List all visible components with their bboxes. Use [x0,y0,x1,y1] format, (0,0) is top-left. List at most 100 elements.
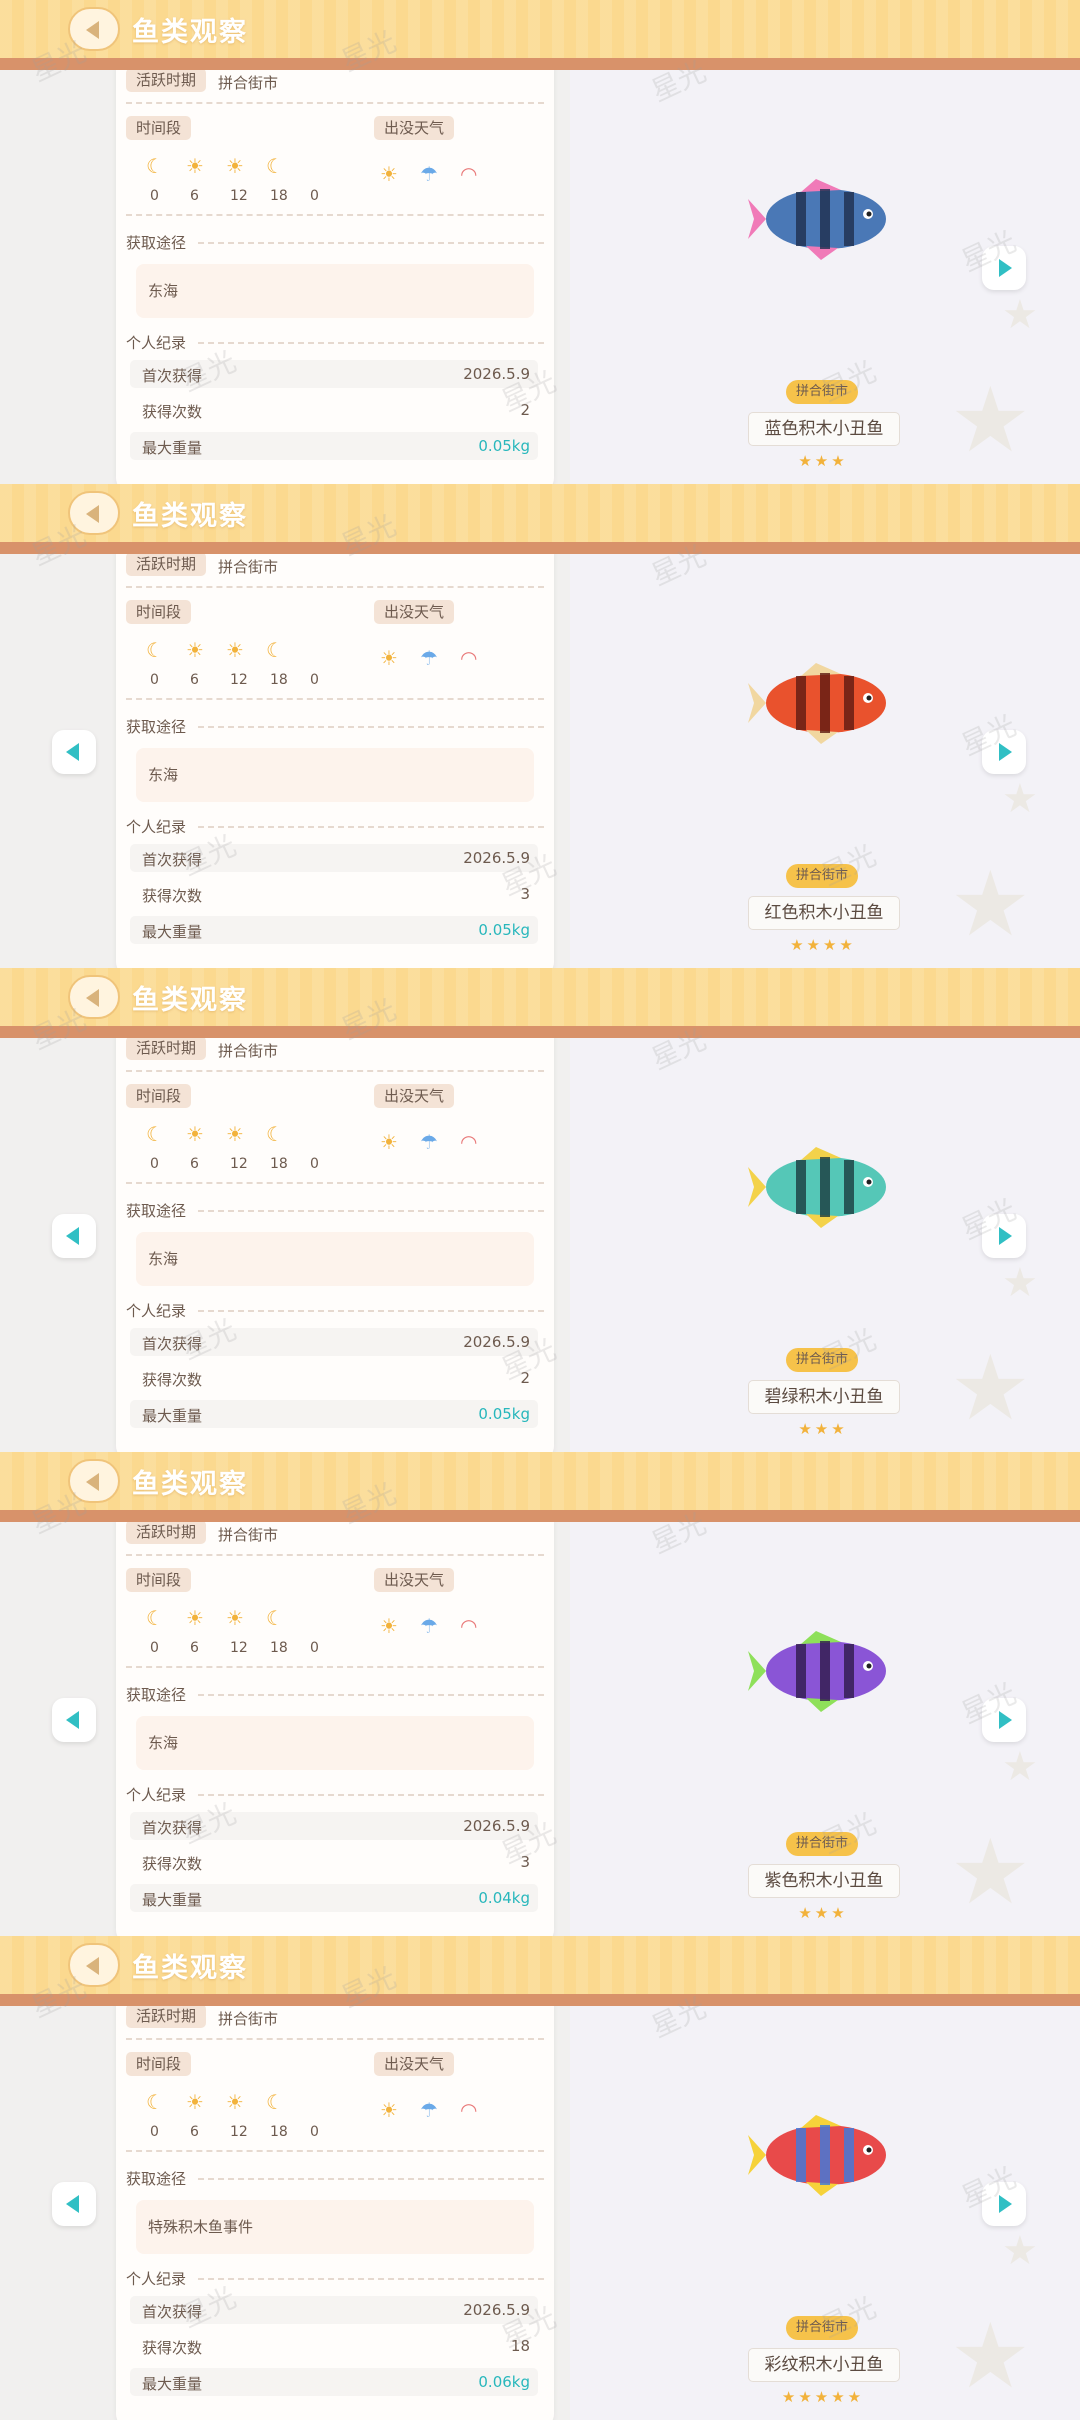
weather-label: 出没天气 [374,116,455,140]
location-badge: 拼合街市 [786,2316,859,2340]
divider [198,1794,544,1796]
rarity-stars: ★★★★★ [781,2388,865,2406]
previous-fish-button[interactable] [52,1698,96,1742]
time-tick-label: 18 [270,672,288,688]
rain-cloud-icon: ☂ [420,1614,438,1638]
source-box: 特殊积木鱼事件 [136,2200,534,2254]
next-fish-button[interactable] [982,246,1026,290]
time-tick-label: 12 [230,2124,248,2140]
record-value: 0.05kg [478,921,530,939]
record-label: 首次获得 [142,367,203,385]
moon-icon: ☾ [266,154,284,178]
back-arrow-icon[interactable] [68,491,120,535]
record-label: 获得次数 [142,887,203,905]
active-period-value: 拼合街市 [218,74,279,92]
previous-fish-button[interactable] [52,730,96,774]
record-value: 2 [520,401,530,419]
fish-detail-panel: ★ ★ 拼合街市 彩纹积木小丑鱼 ★★★★★ 活跃时期 拼合街市 时间段 出没天气 ☾ ☀ ☀ ☾ 0 6 1… [0,1936,1080,2420]
record-label: 最大重量 [142,2375,203,2393]
moon-icon: ☾ [146,1606,164,1630]
header-stripe [0,1026,1080,1038]
back-arrow-icon[interactable] [68,7,120,51]
moon-icon: ☾ [146,1122,164,1146]
sun-icon: ☀ [380,162,398,186]
back-arrow-icon[interactable] [68,1459,120,1503]
page-title: 鱼类观察 [132,985,248,1016]
record-row: 最大重量 0.05kg [130,432,538,460]
next-fish-button[interactable] [982,1698,1026,1742]
record-row: 获得次数 18 [130,2332,538,2360]
divider [198,826,544,828]
record-value: 0.05kg [478,1405,530,1423]
rarity-stars: ★★★ [798,1420,848,1438]
rainbow-icon: ◠ [460,162,478,186]
fish-detail-panel: ★ ★ 拼合街市 紫色积木小丑鱼 ★★★ 活跃时期 拼合街市 时间段 出没天气 ☾ ☀ ☀ ☾ 0 6 12 1… [0,1452,1080,1936]
weather-label: 出没天气 [374,600,455,624]
divider [126,1666,544,1668]
record-row: 首次获得 2026.5.9 [130,2296,538,2324]
time-of-day-chart: ☾ ☀ ☀ ☾ 0 6 12 18 0 [134,1606,324,1662]
fish-image [746,658,896,748]
fish-image [746,174,896,264]
back-arrow-icon[interactable] [68,975,120,1019]
rain-cloud-icon: ☂ [420,1130,438,1154]
decorative-star-icon: ★ [1002,2228,1038,2274]
next-fish-button[interactable] [982,730,1026,774]
obtain-way-label: 获取途径 [126,234,187,252]
next-fish-button[interactable] [982,1214,1026,1258]
moon-icon: ☾ [266,638,284,662]
divider [126,2150,544,2152]
personal-record-label: 个人纪录 [126,818,187,836]
next-fish-button[interactable] [982,2182,1026,2226]
obtain-way-label: 获取途径 [126,1686,187,1704]
decorative-star-icon: ★ [1002,1744,1038,1790]
fish-name: 红色积木小丑鱼 [748,896,900,930]
record-value: 2026.5.9 [463,2301,530,2319]
previous-fish-button[interactable] [52,1214,96,1258]
moon-icon: ☾ [266,2090,284,2114]
rain-cloud-icon: ☂ [420,2098,438,2122]
record-label: 获得次数 [142,1371,203,1389]
fish-detail-panel: ★ ★ 拼合街市 蓝色积木小丑鱼 ★★★ 活跃时期 拼合街市 时间段 出没天气 ☾ ☀ ☀ ☾ 0 6 12 1… [0,0,1080,484]
time-segment-label: 时间段 [126,2052,192,2076]
weather-label: 出没天气 [374,1084,455,1108]
page-title: 鱼类观察 [132,17,248,48]
time-tick-label: 6 [190,1156,199,1172]
record-value: 2026.5.9 [463,849,530,867]
personal-record-label: 个人纪录 [126,1786,187,1804]
time-tick-label: 0 [150,2124,159,2140]
header-stripe [0,542,1080,554]
record-value: 2026.5.9 [463,1333,530,1351]
source-box: 东海 [136,264,534,318]
previous-fish-button[interactable] [52,2182,96,2226]
record-value: 2026.5.9 [463,1817,530,1835]
time-tick-label: 6 [190,188,199,204]
source-text: 特殊积木鱼事件 [148,2218,254,2236]
active-period-value: 拼合街市 [218,2010,279,2028]
record-value: 3 [520,885,530,903]
record-row: 首次获得 2026.5.9 [130,844,538,872]
time-tick-label: 6 [190,672,199,688]
time-tick-label: 12 [230,672,248,688]
divider [198,726,544,728]
record-row: 最大重量 0.04kg [130,1884,538,1912]
record-value: 0.04kg [478,1889,530,1907]
record-label: 获得次数 [142,403,203,421]
time-tick-label: 0 [310,2124,319,2140]
record-label: 最大重量 [142,923,203,941]
decorative-star-icon: ★ [1002,292,1038,338]
record-value: 0.06kg [478,2373,530,2391]
source-box: 东海 [136,1716,534,1770]
moon-icon: ☾ [266,1122,284,1146]
header-stripe [0,1510,1080,1522]
time-segment-label: 时间段 [126,600,192,624]
divider [126,586,544,588]
time-tick-label: 0 [150,188,159,204]
active-period-label: 活跃时期 [126,1036,207,1060]
time-tick-label: 0 [310,1156,319,1172]
record-label: 获得次数 [142,1855,203,1873]
back-arrow-icon[interactable] [68,1943,120,1987]
time-of-day-chart: ☾ ☀ ☀ ☾ 0 6 12 18 0 [134,1122,324,1178]
active-period-label: 活跃时期 [126,1520,207,1544]
sun-icon: ☀ [380,1130,398,1154]
